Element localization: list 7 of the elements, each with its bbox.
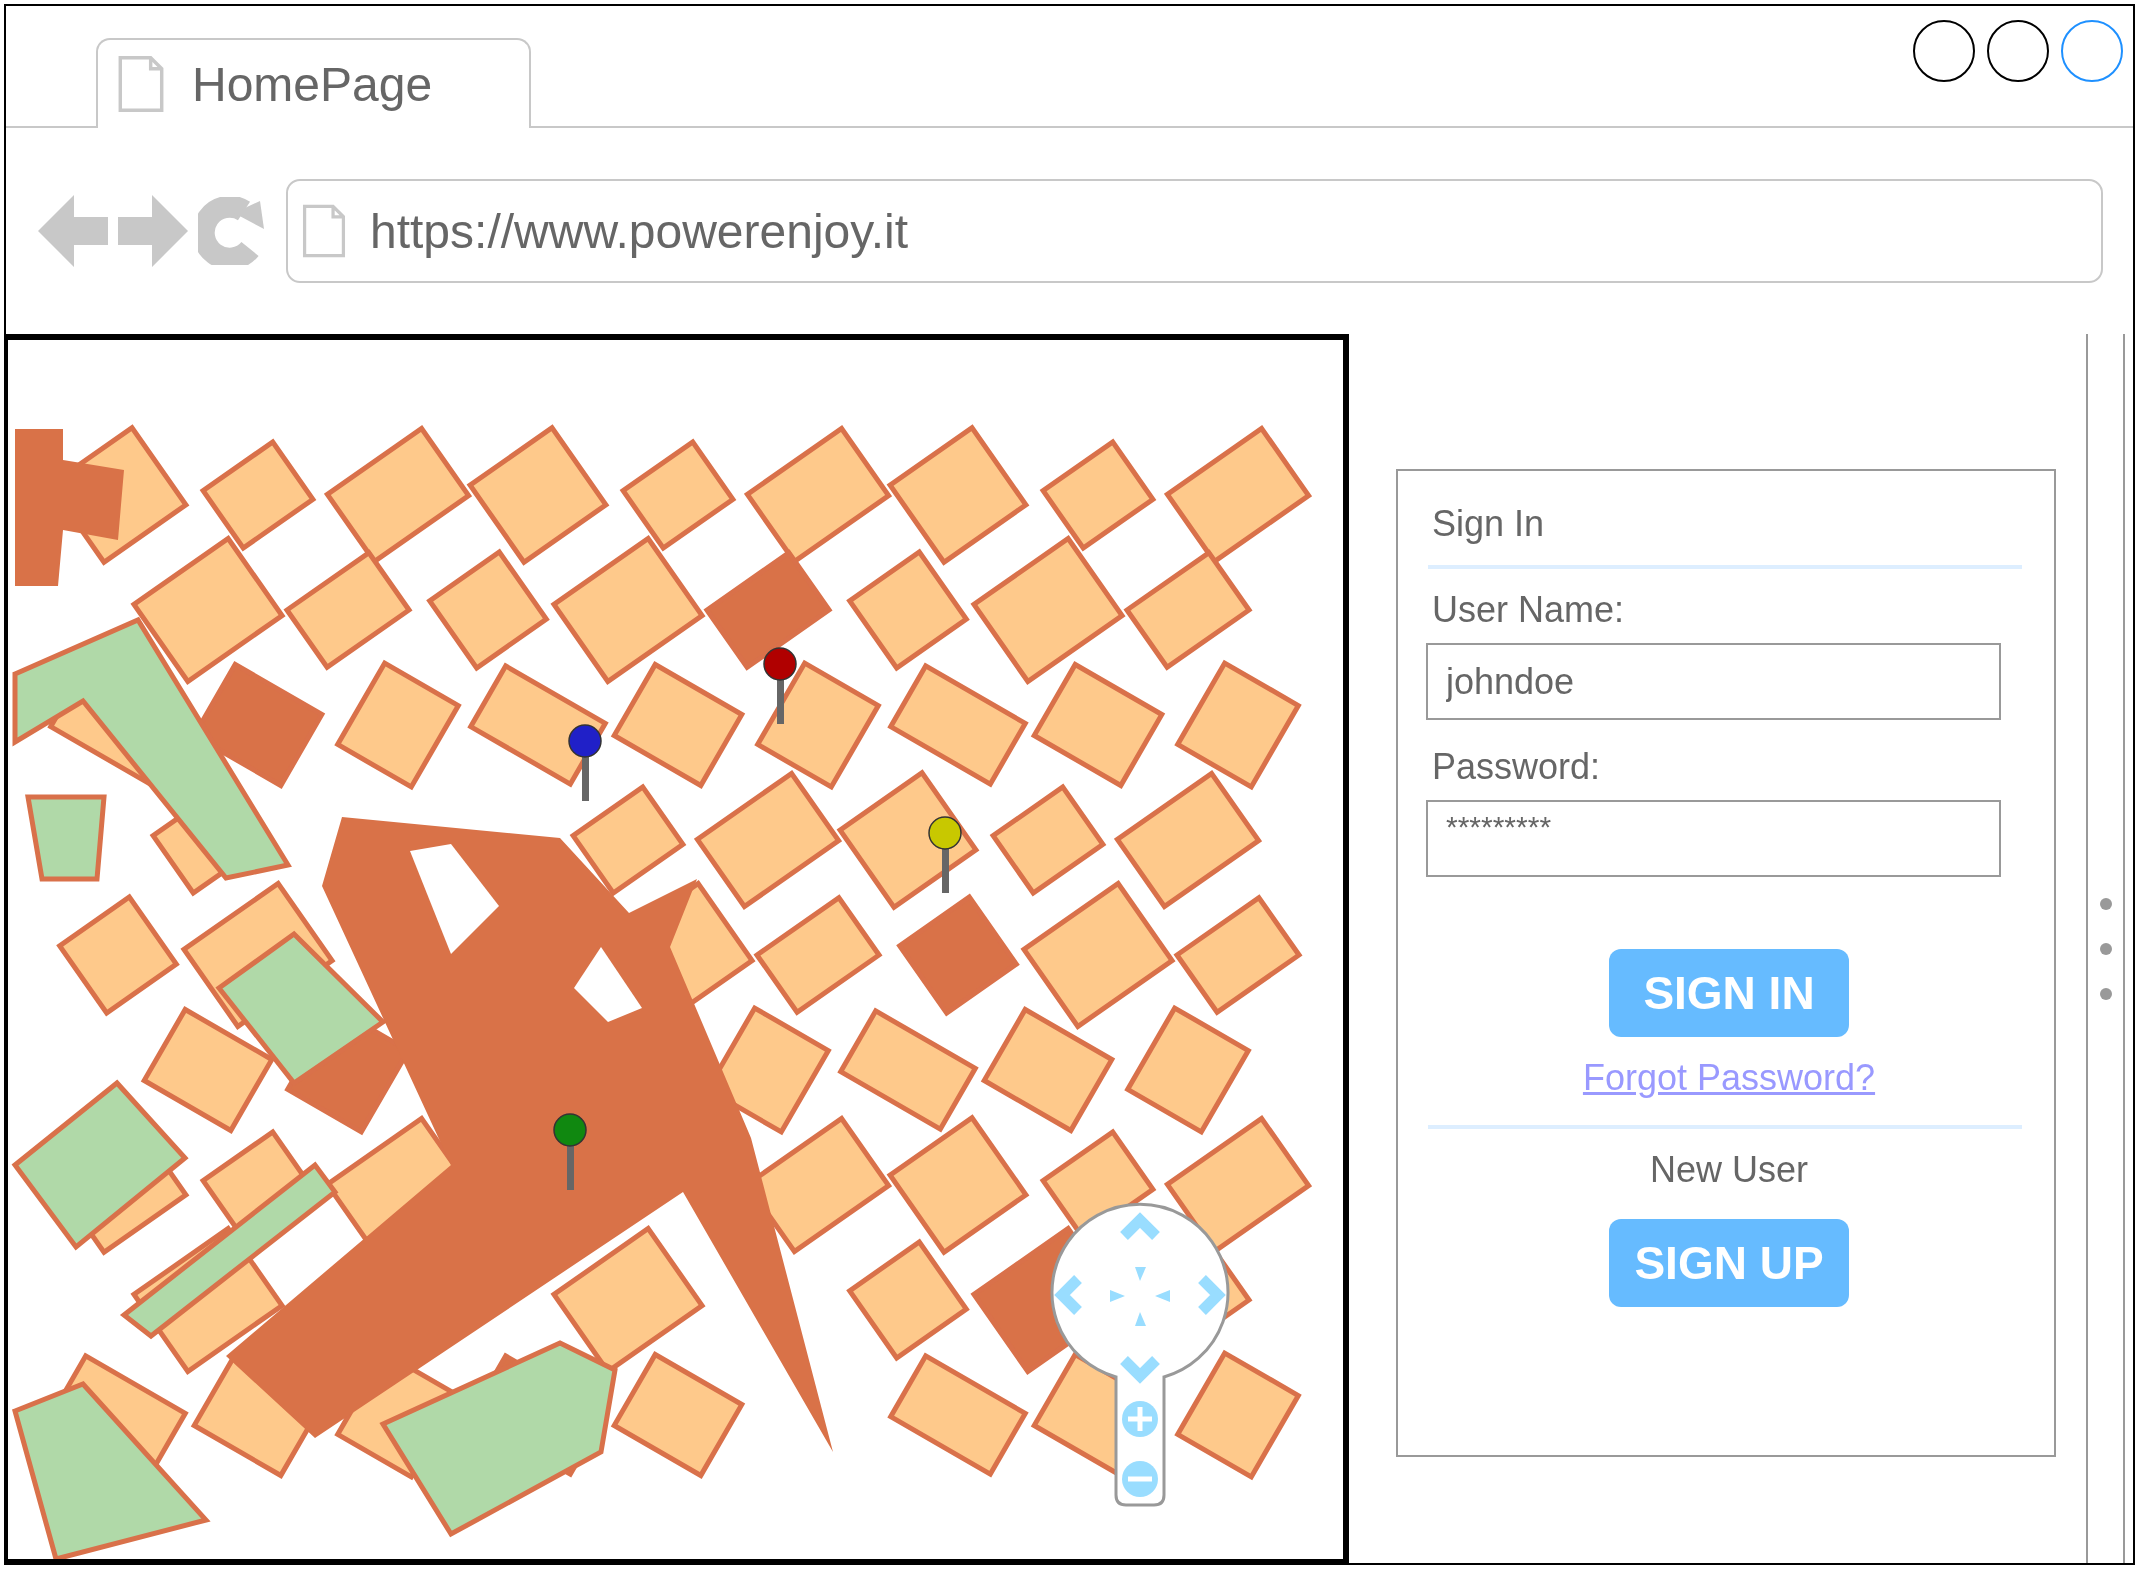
browser-tab[interactable]: HomePage	[96, 38, 531, 128]
card-title: Sign In	[1432, 503, 1546, 545]
new-user-label: New User	[1650, 1149, 1808, 1191]
field-label: Password:	[1432, 746, 1602, 788]
field-label: User Name:	[1432, 589, 1626, 631]
password-field[interactable]: *********	[1426, 800, 2001, 877]
address-field[interactable]: https://www.powerenjoy.it	[286, 179, 2103, 283]
